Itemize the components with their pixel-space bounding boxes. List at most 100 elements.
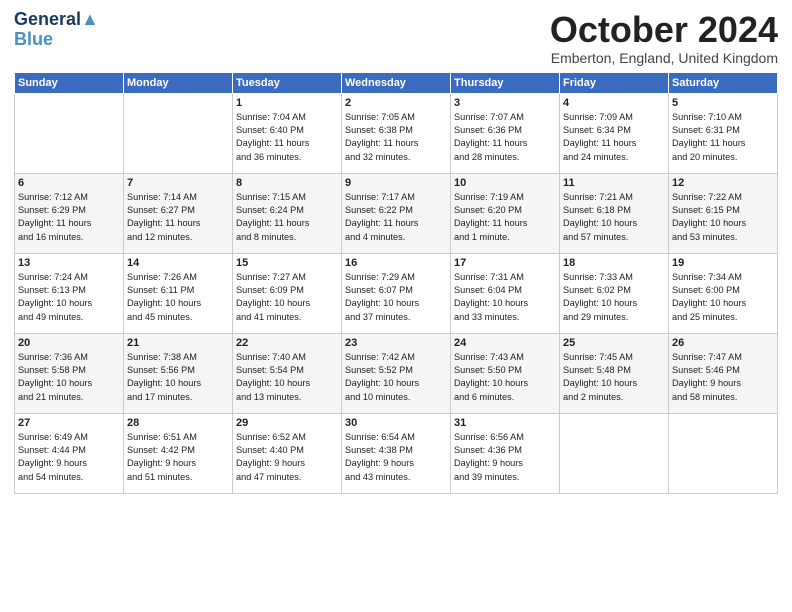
day-number: 22 bbox=[236, 337, 338, 349]
day-cell: 8Sunrise: 7:15 AM Sunset: 6:24 PM Daylig… bbox=[233, 173, 342, 253]
week-row-4: 20 Sunrise: 7:36 AM Sunset: 5:58 PM Dayli… bbox=[15, 333, 778, 413]
day-number: 14 bbox=[127, 257, 229, 269]
day-number: 21 bbox=[127, 337, 229, 349]
day-info: Sunrise: 7:38 AM Sunset: 5:56 PM Dayligh… bbox=[127, 351, 229, 404]
location-subtitle: Emberton, England, United Kingdom bbox=[550, 50, 778, 66]
day-info: Sunrise: 7:31 AM Sunset: 6:04 PM Dayligh… bbox=[454, 271, 556, 324]
day-number: 3 bbox=[454, 97, 556, 109]
day-info: Sunrise: 6:51 AM Sunset: 4:42 PM Dayligh… bbox=[127, 431, 229, 484]
day-info: Sunrise: 7:33 AM Sunset: 6:02 PM Dayligh… bbox=[563, 271, 665, 324]
day-info: Sunrise: 7:14 AM Sunset: 6:27 PM Dayligh… bbox=[127, 191, 229, 244]
day-number: 28 bbox=[127, 417, 229, 429]
day-info: Sunrise: 7:45 AM Sunset: 5:48 PM Dayligh… bbox=[563, 351, 665, 404]
title-block: October 2024 Emberton, England, United K… bbox=[550, 10, 778, 66]
day-number: 11 bbox=[563, 177, 665, 189]
calendar-table: SundayMondayTuesdayWednesdayThursdayFrid… bbox=[14, 72, 778, 494]
day-info: Sunrise: 7:12 AM Sunset: 6:29 PM Dayligh… bbox=[18, 191, 120, 244]
day-cell: 15 Sunrise: 7:27 AM Sunset: 6:09 PM Dayli… bbox=[233, 253, 342, 333]
logo: General▲ Blue bbox=[14, 10, 99, 50]
day-cell bbox=[669, 413, 778, 493]
day-cell: 7Sunrise: 7:14 AM Sunset: 6:27 PM Daylig… bbox=[124, 173, 233, 253]
day-number: 25 bbox=[563, 337, 665, 349]
column-header-sunday: Sunday bbox=[15, 72, 124, 93]
day-cell: 4 Sunrise: 7:09 AM Sunset: 6:34 PM Daylig… bbox=[560, 93, 669, 173]
day-number: 19 bbox=[672, 257, 774, 269]
day-info: Sunrise: 7:10 AM Sunset: 6:31 PM Dayligh… bbox=[672, 111, 774, 164]
day-cell: 2 Sunrise: 7:05 AM Sunset: 6:38 PM Daylig… bbox=[342, 93, 451, 173]
column-header-friday: Friday bbox=[560, 72, 669, 93]
day-cell: 30 Sunrise: 6:54 AM Sunset: 4:38 PM Dayli… bbox=[342, 413, 451, 493]
day-cell: 11 Sunrise: 7:21 AM Sunset: 6:18 PM Dayli… bbox=[560, 173, 669, 253]
week-row-5: 27Sunrise: 6:49 AM Sunset: 4:44 PM Dayli… bbox=[15, 413, 778, 493]
day-info: Sunrise: 6:56 AM Sunset: 4:36 PM Dayligh… bbox=[454, 431, 556, 484]
day-number: 15 bbox=[236, 257, 338, 269]
day-number: 31 bbox=[454, 417, 556, 429]
day-number: 23 bbox=[345, 337, 447, 349]
day-cell: 29Sunrise: 6:52 AM Sunset: 4:40 PM Dayli… bbox=[233, 413, 342, 493]
day-info: Sunrise: 7:36 AM Sunset: 5:58 PM Dayligh… bbox=[18, 351, 120, 404]
day-number: 10 bbox=[454, 177, 556, 189]
day-cell: 13 Sunrise: 7:24 AM Sunset: 6:13 PM Dayli… bbox=[15, 253, 124, 333]
day-info: Sunrise: 7:26 AM Sunset: 6:11 PM Dayligh… bbox=[127, 271, 229, 324]
week-row-1: 1 Sunrise: 7:04 AM Sunset: 6:40 PM Daylig… bbox=[15, 93, 778, 173]
day-cell: 14 Sunrise: 7:26 AM Sunset: 6:11 PM Dayli… bbox=[124, 253, 233, 333]
logo-text: General▲ bbox=[14, 10, 99, 30]
day-number: 13 bbox=[18, 257, 120, 269]
day-number: 6 bbox=[18, 177, 120, 189]
day-cell: 24 Sunrise: 7:43 AM Sunset: 5:50 PM Dayli… bbox=[451, 333, 560, 413]
day-info: Sunrise: 7:04 AM Sunset: 6:40 PM Dayligh… bbox=[236, 111, 338, 164]
day-cell: 9 Sunrise: 7:17 AM Sunset: 6:22 PM Daylig… bbox=[342, 173, 451, 253]
day-number: 29 bbox=[236, 417, 338, 429]
day-cell bbox=[124, 93, 233, 173]
day-cell: 16Sunrise: 7:29 AM Sunset: 6:07 PM Dayli… bbox=[342, 253, 451, 333]
day-cell bbox=[560, 413, 669, 493]
day-info: Sunrise: 7:07 AM Sunset: 6:36 PM Dayligh… bbox=[454, 111, 556, 164]
day-info: Sunrise: 7:43 AM Sunset: 5:50 PM Dayligh… bbox=[454, 351, 556, 404]
calendar-header-row: SundayMondayTuesdayWednesdayThursdayFrid… bbox=[15, 72, 778, 93]
day-cell: 1 Sunrise: 7:04 AM Sunset: 6:40 PM Daylig… bbox=[233, 93, 342, 173]
day-info: Sunrise: 7:05 AM Sunset: 6:38 PM Dayligh… bbox=[345, 111, 447, 164]
week-row-3: 13 Sunrise: 7:24 AM Sunset: 6:13 PM Dayli… bbox=[15, 253, 778, 333]
day-cell: 12Sunrise: 7:22 AM Sunset: 6:15 PM Dayli… bbox=[669, 173, 778, 253]
day-number: 1 bbox=[236, 97, 338, 109]
day-number: 8 bbox=[236, 177, 338, 189]
column-header-monday: Monday bbox=[124, 72, 233, 93]
day-number: 18 bbox=[563, 257, 665, 269]
day-cell: 10 Sunrise: 7:19 AM Sunset: 6:20 PM Dayli… bbox=[451, 173, 560, 253]
day-number: 2 bbox=[345, 97, 447, 109]
day-number: 24 bbox=[454, 337, 556, 349]
day-info: Sunrise: 7:19 AM Sunset: 6:20 PM Dayligh… bbox=[454, 191, 556, 244]
day-info: Sunrise: 7:17 AM Sunset: 6:22 PM Dayligh… bbox=[345, 191, 447, 244]
day-info: Sunrise: 7:21 AM Sunset: 6:18 PM Dayligh… bbox=[563, 191, 665, 244]
page: General▲ Blue October 2024 Emberton, Eng… bbox=[0, 0, 792, 612]
column-header-wednesday: Wednesday bbox=[342, 72, 451, 93]
day-number: 27 bbox=[18, 417, 120, 429]
logo-blue: Blue bbox=[14, 30, 53, 50]
day-cell: 28 Sunrise: 6:51 AM Sunset: 4:42 PM Dayli… bbox=[124, 413, 233, 493]
day-cell: 6 Sunrise: 7:12 AM Sunset: 6:29 PM Daylig… bbox=[15, 173, 124, 253]
day-info: Sunrise: 7:09 AM Sunset: 6:34 PM Dayligh… bbox=[563, 111, 665, 164]
day-info: Sunrise: 6:54 AM Sunset: 4:38 PM Dayligh… bbox=[345, 431, 447, 484]
day-info: Sunrise: 7:24 AM Sunset: 6:13 PM Dayligh… bbox=[18, 271, 120, 324]
day-cell: 21 Sunrise: 7:38 AM Sunset: 5:56 PM Dayli… bbox=[124, 333, 233, 413]
day-cell: 19 Sunrise: 7:34 AM Sunset: 6:00 PM Dayli… bbox=[669, 253, 778, 333]
day-info: Sunrise: 7:27 AM Sunset: 6:09 PM Dayligh… bbox=[236, 271, 338, 324]
day-info: Sunrise: 7:29 AM Sunset: 6:07 PM Dayligh… bbox=[345, 271, 447, 324]
day-cell: 27Sunrise: 6:49 AM Sunset: 4:44 PM Dayli… bbox=[15, 413, 124, 493]
day-cell: 17 Sunrise: 7:31 AM Sunset: 6:04 PM Dayli… bbox=[451, 253, 560, 333]
day-number: 17 bbox=[454, 257, 556, 269]
day-info: Sunrise: 7:42 AM Sunset: 5:52 PM Dayligh… bbox=[345, 351, 447, 404]
day-info: Sunrise: 7:34 AM Sunset: 6:00 PM Dayligh… bbox=[672, 271, 774, 324]
day-number: 4 bbox=[563, 97, 665, 109]
day-cell: 26Sunrise: 7:47 AM Sunset: 5:46 PM Dayli… bbox=[669, 333, 778, 413]
day-cell: 5 Sunrise: 7:10 AM Sunset: 6:31 PM Daylig… bbox=[669, 93, 778, 173]
column-header-thursday: Thursday bbox=[451, 72, 560, 93]
column-header-saturday: Saturday bbox=[669, 72, 778, 93]
day-number: 5 bbox=[672, 97, 774, 109]
day-number: 9 bbox=[345, 177, 447, 189]
day-number: 20 bbox=[18, 337, 120, 349]
day-number: 30 bbox=[345, 417, 447, 429]
day-number: 26 bbox=[672, 337, 774, 349]
header: General▲ Blue October 2024 Emberton, Eng… bbox=[14, 10, 778, 66]
day-cell: 22Sunrise: 7:40 AM Sunset: 5:54 PM Dayli… bbox=[233, 333, 342, 413]
